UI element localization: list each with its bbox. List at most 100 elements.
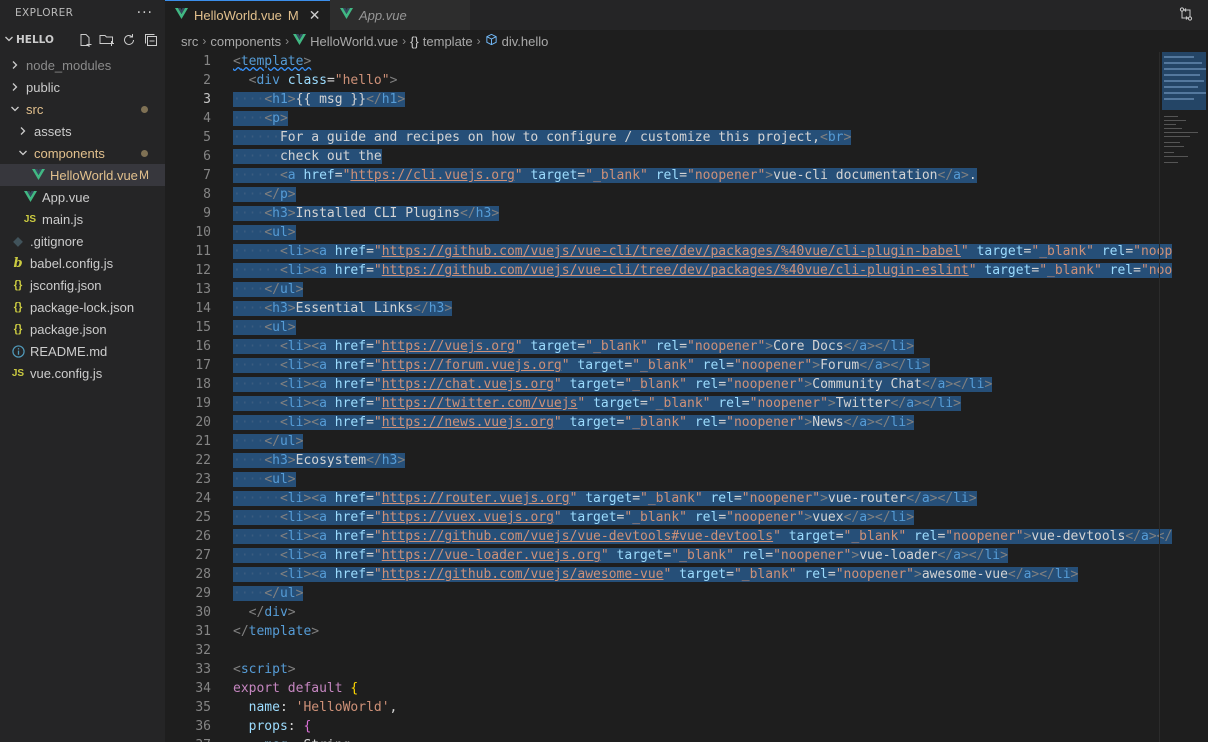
tree-item-public[interactable]: public: [0, 76, 165, 98]
code-line[interactable]: msg: String: [233, 736, 1153, 742]
minimap[interactable]: [1160, 52, 1208, 252]
code-line[interactable]: ······check out the: [233, 147, 1153, 166]
code-line[interactable]: ······<li><a href="https://vuejs.org" ta…: [233, 337, 1153, 356]
code-line[interactable]: ····<ul>: [233, 318, 1153, 337]
code-line[interactable]: ······<li><a href="https://forum.vuejs.o…: [233, 356, 1153, 375]
line-number: 32: [195, 643, 211, 658]
line-number: 20: [195, 415, 211, 430]
code-line[interactable]: ······<li><a href="https://router.vuejs.…: [233, 489, 1153, 508]
tree-item-components[interactable]: components: [0, 142, 165, 164]
code-line[interactable]: ······<a href="https://cli.vuejs.org" ta…: [233, 166, 1153, 185]
line-number: 14: [195, 301, 211, 316]
tree-item-assets[interactable]: assets: [0, 120, 165, 142]
code-line[interactable]: ····<h3>Installed CLI Plugins</h3>: [233, 204, 1153, 223]
breadcrumb-div-hello[interactable]: div.hello: [502, 34, 549, 49]
line-number: 17: [195, 358, 211, 373]
code-line[interactable]: ······<li><a href="https://github.com/vu…: [233, 527, 1173, 546]
new-folder-icon[interactable]: [99, 32, 115, 48]
code-line[interactable]: props: {: [233, 717, 1153, 736]
selected-code-text: ····<ul>: [233, 225, 296, 240]
source-control-compare-icon[interactable]: [1178, 6, 1194, 22]
code-line[interactable]: ······<li><a href="https://twitter.com/v…: [233, 394, 1153, 413]
chevron-right-icon: [8, 82, 22, 92]
git-file-icon: ◆: [13, 234, 23, 248]
minimap-line: [1164, 146, 1184, 147]
tab-helloworld[interactable]: HelloWorld.vue M ✕: [165, 0, 330, 30]
tree-item-src[interactable]: src: [0, 98, 165, 120]
code-line[interactable]: </div>: [233, 603, 1153, 622]
tree-item-babel-config-js[interactable]: b babel.config.js: [0, 252, 165, 274]
code-line[interactable]: ······<li><a href="https://vuex.vuejs.or…: [233, 508, 1153, 527]
code-line[interactable]: ····</p>: [233, 185, 1153, 204]
tree-item-label: src: [26, 101, 44, 117]
line-number-gutter: 1 2 3 4 5 6 7 8 9 10 11 12 13 14 15 16 17 18 19 20 21 22 23 24 2…: [165, 52, 211, 742]
new-file-icon[interactable]: [77, 32, 93, 48]
line-number: 25: [195, 510, 211, 525]
code-line[interactable]: ····</ul>: [233, 432, 1153, 451]
file-tree: node_modules public src assets components Hel…: [0, 54, 165, 384]
tab-app[interactable]: App.vue: [330, 0, 470, 30]
code-line[interactable]: ····<h3>Essential Links</h3>: [233, 299, 1153, 318]
code-line[interactable]: <script>: [233, 660, 1153, 679]
tree-item-node-modules[interactable]: node_modules: [0, 54, 165, 76]
line-number: 8: [203, 187, 211, 202]
tree-item-readme-md[interactable]: README.md: [0, 340, 165, 362]
tree-item-label: components: [34, 145, 105, 161]
code-lines[interactable]: <template> <div class="hello"> ····<h1>{{…: [233, 52, 1173, 742]
close-icon[interactable]: ✕: [309, 7, 321, 24]
tree-item-vue-config-js[interactable]: JS vue.config.js: [0, 362, 165, 384]
tree-item-package-lock-json[interactable]: {} package-lock.json: [0, 296, 165, 318]
code-line[interactable]: <template>: [233, 52, 1153, 71]
breadcrumb-template[interactable]: template: [423, 34, 473, 49]
code-line[interactable]: export default {: [233, 679, 1153, 698]
code-line[interactable]: ······For a guide and recipes on how to …: [233, 128, 1153, 147]
tree-item-package-json[interactable]: {} package.json: [0, 318, 165, 340]
tree-item-helloworld-vue[interactable]: HelloWorld.vue M: [0, 164, 165, 186]
breadcrumb-src[interactable]: src: [181, 34, 198, 49]
code-line[interactable]: name: 'HelloWorld',: [233, 698, 1153, 717]
collapse-all-icon[interactable]: [143, 32, 159, 48]
code-text: props: {: [248, 719, 312, 734]
breadcrumb-file[interactable]: HelloWorld.vue: [310, 34, 398, 49]
modified-flag: M: [287, 8, 299, 23]
code-line[interactable]: ····<h1>{{ msg }}</h1>: [233, 90, 1153, 109]
code-line[interactable]: ······<li><a href="https://github.com/vu…: [233, 242, 1173, 261]
code-text: <script>: [233, 662, 296, 677]
minimap-line: [1164, 56, 1194, 58]
code-line[interactable]: ······<li><a href="https://vue-loader.vu…: [233, 546, 1153, 565]
modified-dot: [141, 106, 148, 113]
tree-item-main-js[interactable]: JS main.js: [0, 208, 165, 230]
code-line[interactable]: ······<li><a href="https://news.vuejs.or…: [233, 413, 1153, 432]
code-line[interactable]: ······<li><a href="https://chat.vuejs.or…: [233, 375, 1153, 394]
workspace-section-header[interactable]: HELLO: [0, 26, 165, 54]
code-line[interactable]: ····<ul>: [233, 223, 1153, 242]
line-number: 31: [195, 624, 211, 639]
code-line[interactable]: ····<p>: [233, 109, 1153, 128]
modified-flag: M: [139, 168, 149, 182]
tree-item-jsconfig-json[interactable]: {} jsconfig.json: [0, 274, 165, 296]
code-line[interactable]: ····<ul>: [233, 470, 1153, 489]
code-line[interactable]: [233, 641, 1153, 660]
code-line[interactable]: ····</ul>: [233, 280, 1153, 299]
selected-code-text: ······<li><a href="https://vuejs.org" ta…: [233, 339, 915, 354]
code-line[interactable]: <div class="hello">: [233, 71, 1153, 90]
refresh-icon[interactable]: [121, 32, 137, 48]
selected-code-text: ····<p>: [233, 111, 288, 126]
code-line[interactable]: ····<h3>Ecosystem</h3>: [233, 451, 1153, 470]
code-editor[interactable]: 1 2 3 4 5 6 7 8 9 10 11 12 13 14 15 16 17 18 19 20 21 22 23 24 2…: [165, 52, 1208, 742]
minimap-line: [1164, 128, 1182, 129]
code-line[interactable]: ····</ul>: [233, 584, 1153, 603]
chevron-right-icon: ›: [285, 34, 290, 48]
code-line[interactable]: ······<li><a href="https://github.com/vu…: [233, 565, 1153, 584]
code-line[interactable]: </template>: [233, 622, 1153, 641]
tree-item-app-vue[interactable]: App.vue: [0, 186, 165, 208]
code-text: name: 'HelloWorld',: [248, 700, 398, 715]
modified-dot: [141, 150, 148, 157]
more-actions-button[interactable]: ···: [137, 5, 153, 21]
tree-item-gitignore[interactable]: ◆ .gitignore: [0, 230, 165, 252]
code-line[interactable]: ······<li><a href="https://github.com/vu…: [233, 261, 1173, 280]
selected-code-text: ····</ul>: [233, 282, 304, 297]
breadcrumb-components[interactable]: components: [210, 34, 281, 49]
chevron-down-icon: [16, 148, 30, 158]
